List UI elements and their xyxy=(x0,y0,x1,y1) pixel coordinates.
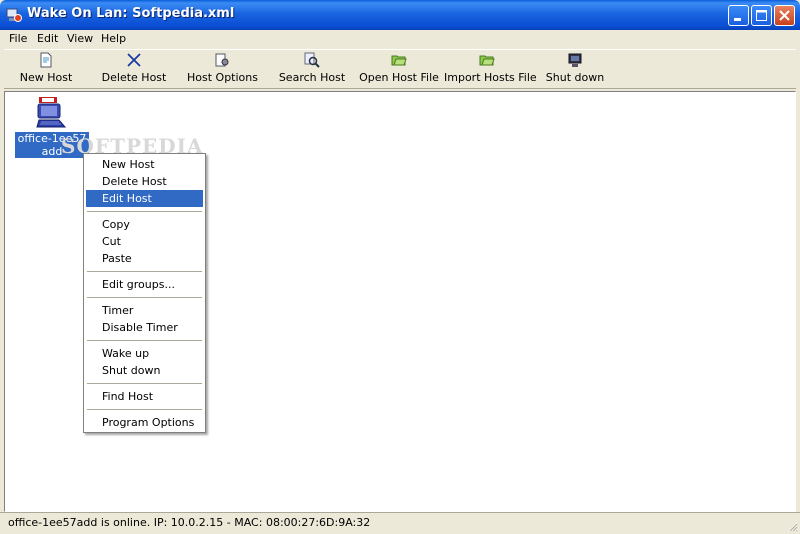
open-host-file-button[interactable]: Open Host File xyxy=(359,52,439,84)
minimize-icon xyxy=(734,18,741,21)
minimize-button[interactable] xyxy=(728,5,749,26)
menu-separator xyxy=(87,409,202,410)
menu-separator xyxy=(87,211,202,212)
import-hosts-file-label: Import Hosts File xyxy=(444,71,537,84)
toolbar: New Host Delete Host Host Options Search… xyxy=(4,49,796,89)
menu-file[interactable]: File xyxy=(9,32,27,45)
search-host-button[interactable]: Search Host xyxy=(277,52,347,84)
close-button[interactable] xyxy=(774,5,795,26)
delete-host-button[interactable]: Delete Host xyxy=(100,52,168,84)
new-host-button[interactable]: New Host xyxy=(12,52,80,84)
ctx-edit-host[interactable]: Edit Host xyxy=(86,190,203,207)
menu-separator xyxy=(87,340,202,341)
open-host-file-label: Open Host File xyxy=(359,71,439,84)
import-folder-icon xyxy=(479,55,495,66)
ctx-find-host[interactable]: Find Host xyxy=(86,388,203,405)
computer-icon[interactable] xyxy=(35,96,67,128)
status-bar: office-1ee57add is online. IP: 10.0.2.15… xyxy=(0,512,800,534)
shut-down-label: Shut down xyxy=(545,71,605,84)
close-icon xyxy=(779,10,790,21)
menu-separator xyxy=(87,383,202,384)
menu-edit[interactable]: Edit xyxy=(37,32,58,45)
open-folder-icon xyxy=(391,55,407,66)
maximize-button[interactable] xyxy=(751,5,772,26)
menu-view[interactable]: View xyxy=(67,32,93,45)
ctx-cut[interactable]: Cut xyxy=(86,233,203,250)
menu-separator xyxy=(87,271,202,272)
ctx-paste[interactable]: Paste xyxy=(86,250,203,267)
status-text: office-1ee57add is online. IP: 10.0.2.15… xyxy=(8,516,371,529)
ctx-program-options[interactable]: Program Options xyxy=(86,414,203,431)
shut-down-button[interactable]: Shut down xyxy=(542,52,608,84)
new-host-label: New Host xyxy=(19,71,73,84)
ctx-shut-down[interactable]: Shut down xyxy=(86,362,203,379)
ctx-timer[interactable]: Timer xyxy=(86,302,203,319)
shutdown-icon xyxy=(568,53,582,67)
ctx-edit-groups[interactable]: Edit groups... xyxy=(86,276,203,293)
import-hosts-file-button[interactable]: Import Hosts File xyxy=(444,52,537,84)
ctx-disable-timer[interactable]: Disable Timer xyxy=(86,319,203,336)
host-options-label: Host Options xyxy=(187,71,258,84)
search-host-icon xyxy=(304,52,320,68)
window-title: Wake On Lan: Softpedia.xml xyxy=(27,6,235,21)
delete-host-icon xyxy=(127,53,141,67)
menu-bar: File Edit View Help xyxy=(0,30,800,48)
app-icon xyxy=(6,8,22,22)
resize-grip-icon[interactable] xyxy=(786,520,798,532)
delete-host-label: Delete Host xyxy=(101,71,167,84)
host-options-button[interactable]: Host Options xyxy=(187,52,258,84)
maximize-icon xyxy=(756,10,767,21)
menu-separator xyxy=(87,297,202,298)
context-menu: New Host Delete Host Edit Host Copy Cut … xyxy=(83,153,206,433)
ctx-copy[interactable]: Copy xyxy=(86,216,203,233)
menu-help[interactable]: Help xyxy=(101,32,126,45)
search-host-label: Search Host xyxy=(278,71,346,84)
ctx-delete-host[interactable]: Delete Host xyxy=(86,173,203,190)
title-bar[interactable]: Wake On Lan: Softpedia.xml xyxy=(0,0,800,30)
ctx-wake-up[interactable]: Wake up xyxy=(86,345,203,362)
host-options-icon xyxy=(215,53,229,67)
ctx-new-host[interactable]: New Host xyxy=(86,156,203,173)
new-host-icon xyxy=(40,52,52,68)
